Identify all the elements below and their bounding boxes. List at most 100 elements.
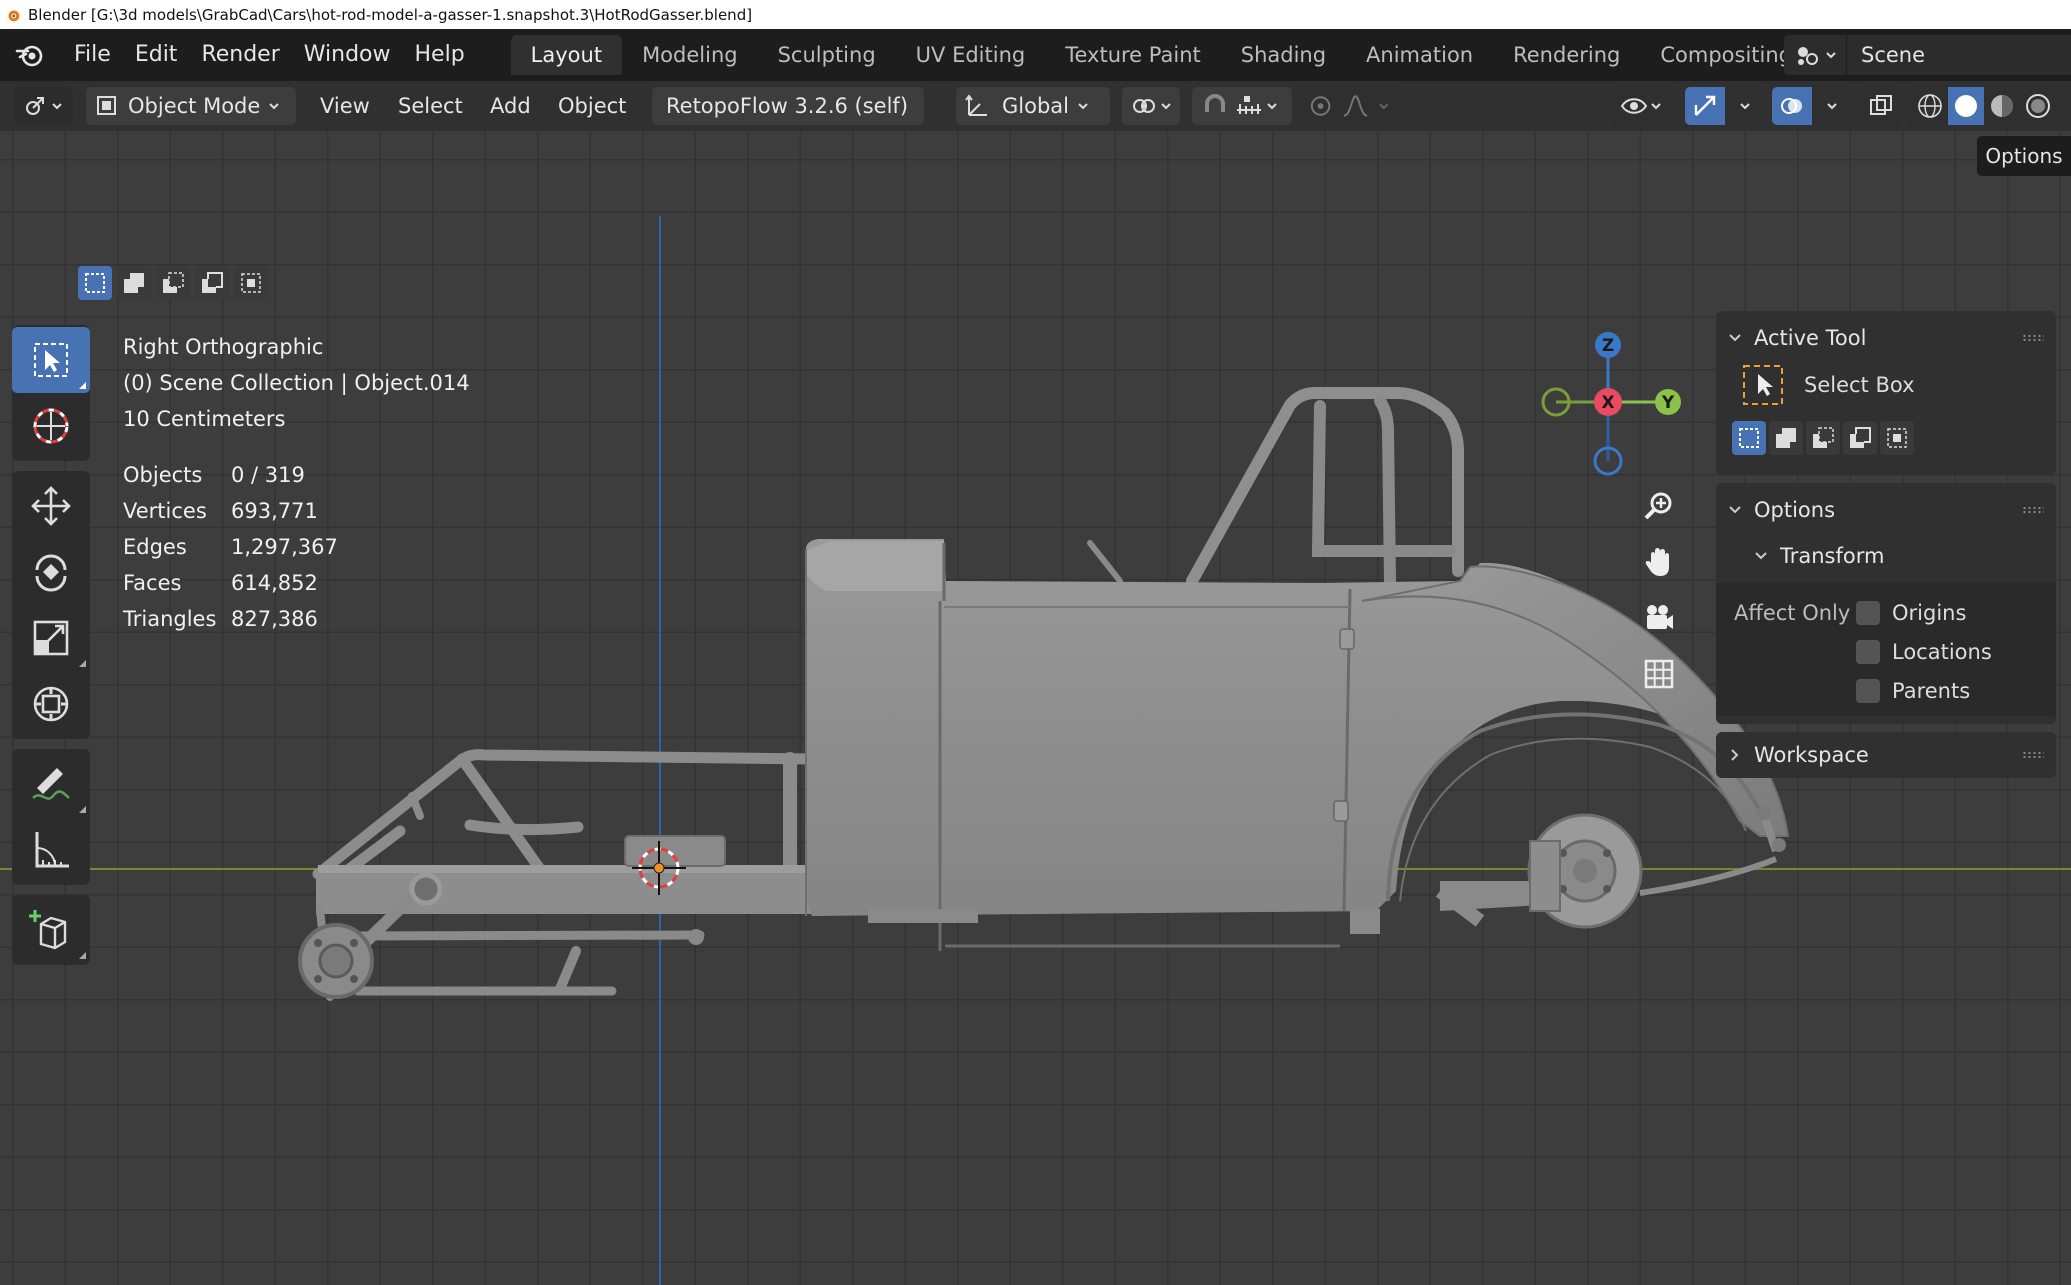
menu-view[interactable]: View xyxy=(320,87,370,125)
select-extend-button[interactable] xyxy=(117,266,151,300)
tool-cursor[interactable] xyxy=(12,393,90,459)
front-wheel-hub xyxy=(298,923,374,999)
pan-button[interactable] xyxy=(1636,539,1682,585)
parents-checkbox[interactable] xyxy=(1856,678,1880,703)
editor-type-button[interactable] xyxy=(13,87,73,125)
drag-grip-icon[interactable] xyxy=(2022,751,2044,759)
scene-browse-button[interactable] xyxy=(1784,35,1846,75)
tab-rendering[interactable]: Rendering xyxy=(1493,35,1640,75)
stat-edges: Edges 1,297,367 xyxy=(123,529,470,565)
wireframe-shading-icon[interactable] xyxy=(1912,90,1948,122)
tab-animation[interactable]: Animation xyxy=(1346,35,1493,75)
ortho-toggle-button[interactable] xyxy=(1636,651,1682,697)
overlay-toggle-button[interactable] xyxy=(1772,87,1812,125)
stat-label: Triangles xyxy=(123,607,217,631)
menu-object[interactable]: Object xyxy=(558,87,626,125)
sidebar-tab-options[interactable]: Options xyxy=(1977,136,2071,176)
select-subtract-button[interactable] xyxy=(156,266,190,300)
snapping-group[interactable] xyxy=(1192,87,1292,125)
menu-window[interactable]: Window xyxy=(292,29,403,81)
camera-view-button[interactable] xyxy=(1636,595,1682,641)
drag-grip-icon[interactable] xyxy=(2022,334,2044,342)
select-subtract-button[interactable] xyxy=(1806,421,1840,455)
select-extend-button[interactable] xyxy=(1769,421,1803,455)
retopoflow-dropdown[interactable]: RetopoFlow 3.2.6 (self) xyxy=(652,87,924,125)
scene-name-field[interactable]: Scene xyxy=(1846,35,2071,75)
select-intersect-icon xyxy=(1887,428,1907,448)
menu-render[interactable]: Render xyxy=(189,29,291,81)
select-new-button[interactable] xyxy=(78,266,112,300)
chevron-down-icon xyxy=(1651,103,1661,110)
rendered-shading-icon[interactable] xyxy=(2020,90,2056,122)
select-difference-button[interactable] xyxy=(195,266,229,300)
tool-add-cube[interactable] xyxy=(12,897,90,963)
proportional-edit-icon[interactable] xyxy=(1306,92,1335,120)
zoom-button[interactable] xyxy=(1636,483,1682,529)
select-new-button[interactable] xyxy=(1732,421,1766,455)
chevron-down-icon[interactable] xyxy=(1826,100,1838,112)
menu-select[interactable]: Select xyxy=(398,87,463,125)
select-intersect-button[interactable] xyxy=(1880,421,1914,455)
magnet-snap-icon[interactable] xyxy=(1200,92,1230,120)
xray-toggle[interactable] xyxy=(1862,87,1900,125)
gizmo-toggle-group[interactable] xyxy=(1685,87,1765,125)
drag-grip-icon[interactable] xyxy=(2022,506,2044,514)
viewport-text-info: Right Orthographic (0) Scene Collection … xyxy=(123,329,470,637)
panel-header-active-tool[interactable]: Active Tool xyxy=(1716,319,2056,357)
menu-add[interactable]: Add xyxy=(490,87,531,125)
menu-file[interactable]: File xyxy=(62,29,123,81)
origins-label[interactable]: Origins xyxy=(1892,601,1966,625)
tab-sculpting[interactable]: Sculpting xyxy=(758,35,896,75)
blender-menu-icon[interactable] xyxy=(14,39,46,71)
tool-rotate[interactable] xyxy=(12,539,90,605)
tool-transform[interactable] xyxy=(12,671,90,737)
snap-increment-icon[interactable] xyxy=(1234,92,1264,120)
subpanel-header-transform[interactable]: Transform xyxy=(1716,537,2056,575)
parents-label[interactable]: Parents xyxy=(1892,679,1970,703)
chevron-down-icon[interactable] xyxy=(1739,100,1751,112)
locations-label[interactable]: Locations xyxy=(1892,640,1992,664)
move-icon xyxy=(31,486,71,526)
visibility-dropdown[interactable] xyxy=(1612,87,1672,125)
tab-modeling[interactable]: Modeling xyxy=(622,35,758,75)
solid-shading-button[interactable] xyxy=(1948,87,1984,125)
stat-value: 614,852 xyxy=(231,571,318,595)
locations-checkbox[interactable] xyxy=(1856,639,1880,664)
select-extend-icon xyxy=(124,273,144,293)
object-mode-dropdown[interactable]: Object Mode xyxy=(86,87,296,125)
panel-header-workspace[interactable]: Workspace xyxy=(1716,736,2056,774)
menu-edit[interactable]: Edit xyxy=(123,29,190,81)
zoom-magnifier-icon xyxy=(1644,492,1672,520)
panel-header-options[interactable]: Options xyxy=(1716,491,2056,529)
tab-texture-paint[interactable]: Texture Paint xyxy=(1045,35,1221,75)
falloff-curve-icon[interactable] xyxy=(1341,92,1370,120)
tool-scale[interactable] xyxy=(12,605,90,671)
tool-measure[interactable] xyxy=(12,817,90,883)
select-intersect-button[interactable] xyxy=(234,266,268,300)
tool-group-select xyxy=(12,325,90,461)
scale-icon xyxy=(33,620,69,656)
navigation-gizmo[interactable]: Y Z X xyxy=(1540,327,1690,477)
tab-shading[interactable]: Shading xyxy=(1221,35,1346,75)
transform-orientation-dropdown[interactable]: Global xyxy=(956,87,1110,125)
eye-icon xyxy=(1620,98,1648,114)
origins-checkbox[interactable] xyxy=(1856,600,1880,625)
tab-layout[interactable]: Layout xyxy=(510,35,623,75)
proportional-editing-group[interactable] xyxy=(1298,87,1398,125)
tab-uv-editing[interactable]: UV Editing xyxy=(896,35,1046,75)
active-tool-row[interactable]: Select Box xyxy=(1716,357,2056,413)
menu-help[interactable]: Help xyxy=(403,29,477,81)
pivot-point-dropdown[interactable] xyxy=(1122,87,1180,125)
select-extend-icon xyxy=(1776,428,1796,448)
select-difference-button[interactable] xyxy=(1843,421,1877,455)
select-box-icon xyxy=(1743,365,1783,405)
shading-mode-group[interactable] xyxy=(1908,87,2071,125)
material-preview-icon[interactable] xyxy=(1984,90,2020,122)
3d-viewport[interactable]: Right Orthographic (0) Scene Collection … xyxy=(0,131,2071,1285)
tool-annotate[interactable] xyxy=(12,751,90,817)
tool-select-box[interactable] xyxy=(12,327,90,393)
gizmo-toggle-button[interactable] xyxy=(1685,87,1725,125)
chevron-down-icon xyxy=(1078,103,1088,110)
overlay-toggle-group[interactable] xyxy=(1772,87,1852,125)
tool-move[interactable] xyxy=(12,473,90,539)
